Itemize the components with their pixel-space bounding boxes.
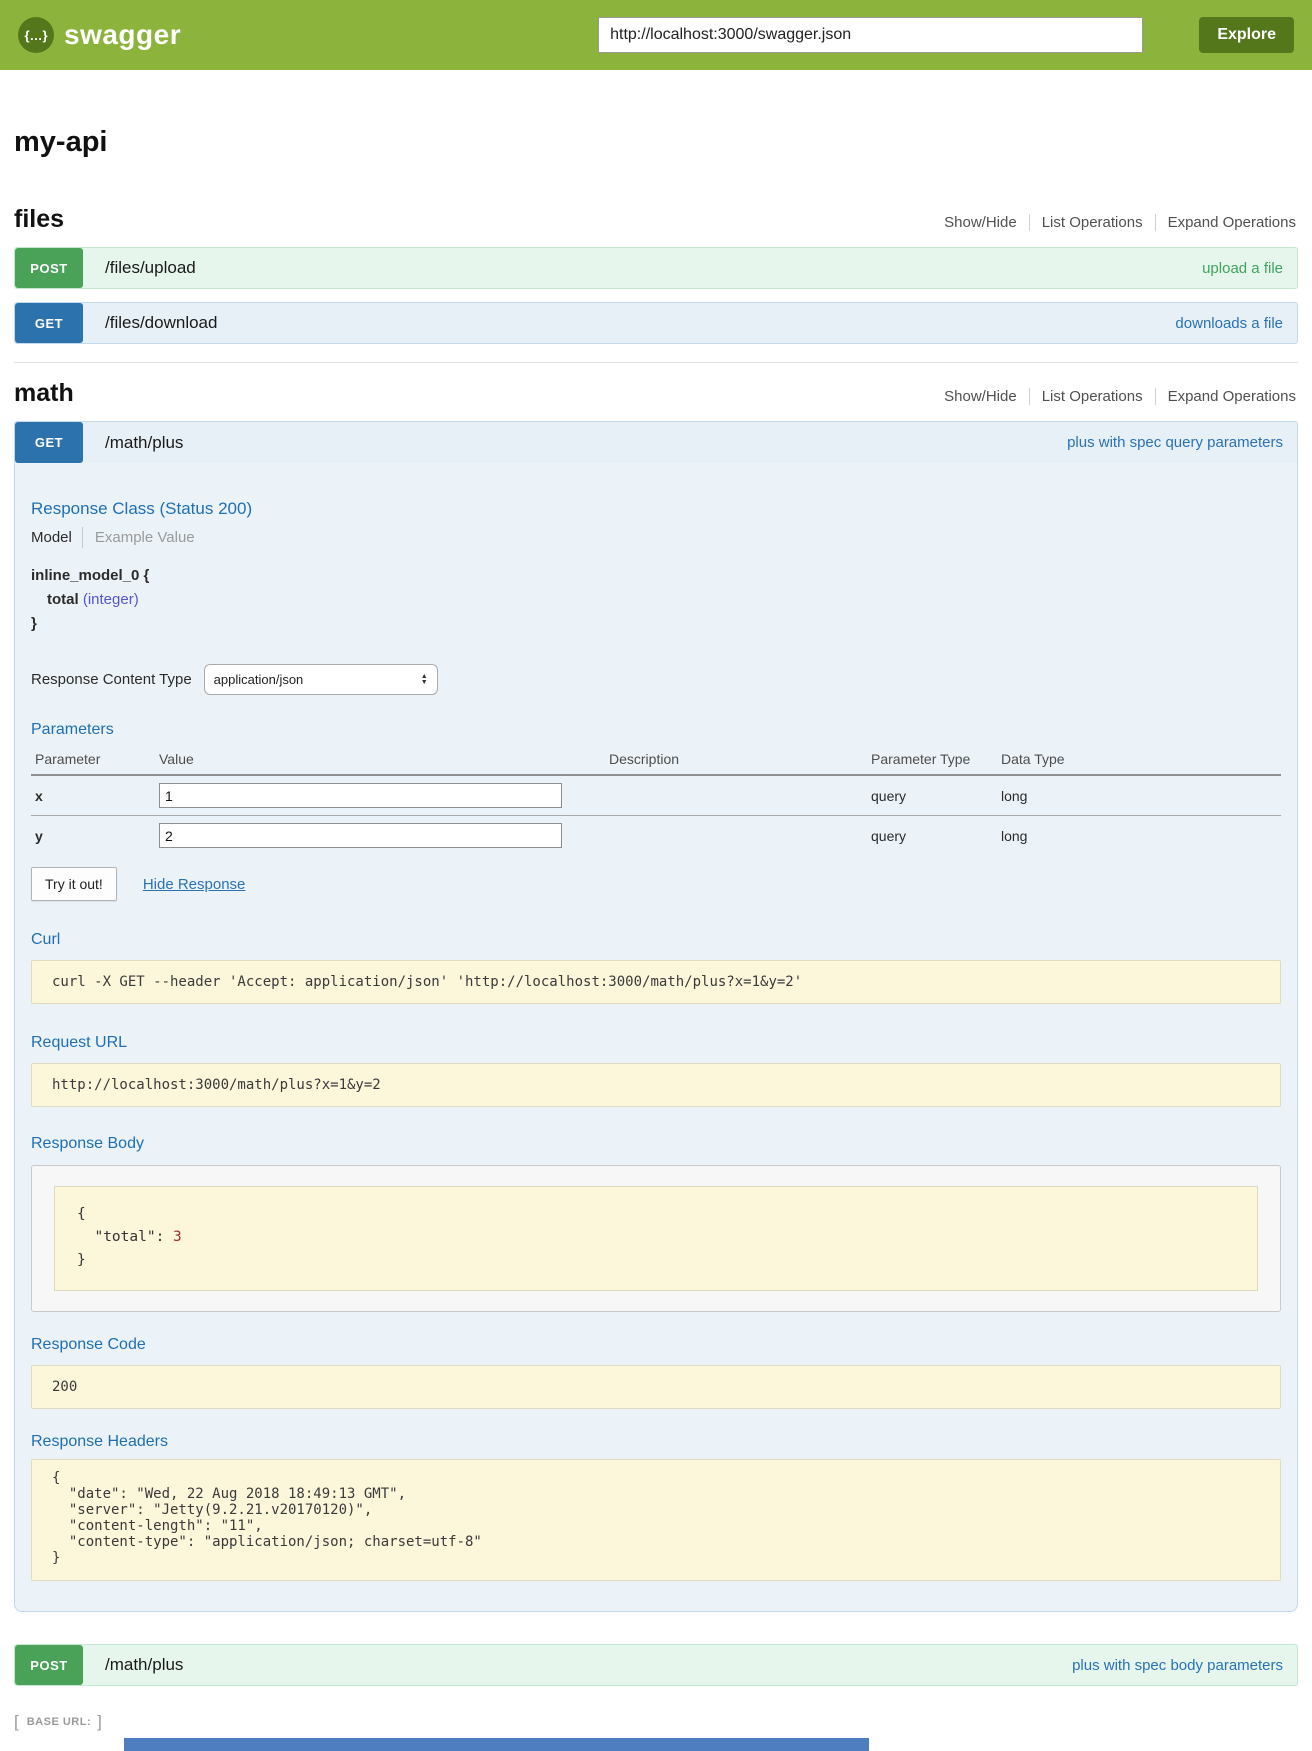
math-section-title: math bbox=[14, 379, 74, 408]
math-section-controls: Show/Hide List Operations Expand Operati… bbox=[932, 388, 1298, 405]
col-parameter-type: Parameter Type bbox=[867, 743, 997, 775]
top-bar: {…} swagger Explore bbox=[0, 0, 1312, 70]
model-name: inline_model_0 { bbox=[31, 564, 1281, 588]
json-value: 3 bbox=[173, 1229, 182, 1245]
base-url-footer: [ BASE URL: ] bbox=[14, 1712, 1298, 1732]
parameter-description bbox=[605, 775, 867, 816]
operation-summary[interactable]: plus with spec query parameters bbox=[1067, 434, 1297, 451]
response-code-heading: Response Code bbox=[31, 1336, 1281, 1354]
bracket-close: ] bbox=[97, 1712, 102, 1732]
explore-button[interactable]: Explore bbox=[1199, 17, 1294, 53]
get-method-badge: GET bbox=[15, 303, 83, 343]
parameter-description bbox=[605, 816, 867, 856]
brand-link[interactable]: {…} swagger bbox=[18, 17, 181, 53]
footer-throbber-bar bbox=[124, 1738, 869, 1751]
brand-name: swagger bbox=[64, 19, 181, 51]
col-description: Description bbox=[605, 743, 867, 775]
json-text: { "total": bbox=[77, 1206, 173, 1245]
response-code-value: 200 bbox=[31, 1365, 1281, 1409]
try-it-out-button[interactable]: Try it out! bbox=[31, 867, 117, 901]
operation-path-link[interactable]: /math/plus bbox=[105, 1655, 183, 1675]
parameter-data-type: long bbox=[997, 816, 1281, 856]
tab-example-value[interactable]: Example Value bbox=[82, 527, 205, 548]
property-name: total bbox=[47, 591, 79, 608]
parameter-type: query bbox=[867, 816, 997, 856]
parameters-heading: Parameters bbox=[31, 721, 1281, 739]
response-headers-json: { "date": "Wed, 22 Aug 2018 18:49:13 GMT… bbox=[31, 1459, 1281, 1581]
parameter-type: query bbox=[867, 775, 997, 816]
hide-response-link[interactable]: Hide Response bbox=[143, 876, 246, 893]
response-body-container: { "total": 3 } bbox=[31, 1165, 1281, 1312]
response-class-heading: Response Class (Status 200) bbox=[31, 499, 1281, 519]
operation-row-math-plus-get[interactable]: GET /math/plus plus with spec query para… bbox=[14, 421, 1298, 463]
math-list-operations-link[interactable]: List Operations bbox=[1029, 388, 1155, 405]
math-expand-operations-link[interactable]: Expand Operations bbox=[1155, 388, 1298, 405]
files-section-controls: Show/Hide List Operations Expand Operati… bbox=[932, 214, 1298, 231]
col-parameter: Parameter bbox=[31, 743, 155, 775]
response-content-type-label: Response Content Type bbox=[31, 671, 192, 688]
request-url-heading: Request URL bbox=[31, 1034, 1281, 1052]
operation-path-link[interactable]: /math/plus bbox=[105, 433, 183, 453]
parameter-x-input[interactable] bbox=[159, 783, 562, 808]
operation-path-link[interactable]: /files/upload bbox=[105, 258, 196, 278]
files-list-operations-link[interactable]: List Operations bbox=[1029, 214, 1155, 231]
select-arrows-icon: ▲▼ bbox=[421, 674, 428, 686]
col-value: Value bbox=[155, 743, 605, 775]
operation-row-files-download[interactable]: GET /files/download downloads a file bbox=[14, 302, 1298, 344]
base-url-label: BASE URL: bbox=[27, 1716, 91, 1728]
post-method-badge: POST bbox=[15, 248, 83, 288]
operation-row-files-upload[interactable]: POST /files/upload upload a file bbox=[14, 247, 1298, 289]
response-headers-heading: Response Headers bbox=[31, 1433, 1281, 1451]
math-section-header: math Show/Hide List Operations Expand Op… bbox=[14, 379, 1298, 408]
operation-summary[interactable]: upload a file bbox=[1202, 260, 1297, 277]
bracket-open: [ bbox=[14, 1712, 19, 1732]
model-signature: inline_model_0 { total (integer) } bbox=[31, 564, 1281, 636]
spec-url-input[interactable] bbox=[598, 17, 1143, 53]
response-body-json: { "total": 3 } bbox=[54, 1186, 1258, 1291]
parameter-row-y: y query long bbox=[31, 816, 1281, 856]
parameter-y-input[interactable] bbox=[159, 823, 562, 848]
col-data-type: Data Type bbox=[997, 743, 1281, 775]
json-text: } bbox=[77, 1252, 86, 1268]
model-close-brace: } bbox=[31, 612, 1281, 636]
operation-summary[interactable]: downloads a file bbox=[1175, 315, 1297, 332]
model-tabs: Model Example Value bbox=[31, 527, 1281, 548]
selected-content-type: application/json bbox=[214, 672, 304, 687]
section-divider bbox=[14, 362, 1298, 363]
page-body: my-api files Show/Hide List Operations E… bbox=[0, 126, 1312, 1751]
parameter-name: y bbox=[31, 816, 155, 856]
tab-model[interactable]: Model bbox=[31, 527, 82, 548]
model-property: total (integer) bbox=[31, 588, 1281, 612]
files-section-title: files bbox=[14, 205, 64, 234]
files-expand-operations-link[interactable]: Expand Operations bbox=[1155, 214, 1298, 231]
parameter-row-x: x query long bbox=[31, 775, 1281, 816]
curl-command: curl -X GET --header 'Accept: applicatio… bbox=[31, 960, 1281, 1004]
files-show-hide-link[interactable]: Show/Hide bbox=[932, 214, 1029, 231]
page-title: my-api bbox=[14, 126, 1298, 159]
math-show-hide-link[interactable]: Show/Hide bbox=[932, 388, 1029, 405]
request-url-value: http://localhost:3000/math/plus?x=1&y=2 bbox=[31, 1063, 1281, 1107]
response-body-heading: Response Body bbox=[31, 1135, 1281, 1153]
parameter-name: x bbox=[31, 775, 155, 816]
curl-heading: Curl bbox=[31, 931, 1281, 949]
property-type: (integer) bbox=[83, 591, 139, 608]
operation-path-link[interactable]: /files/download bbox=[105, 313, 217, 333]
get-method-badge: GET bbox=[15, 422, 83, 463]
response-content-type-row: Response Content Type application/json ▲… bbox=[31, 664, 1281, 695]
operation-block-math-plus-get: GET /math/plus plus with spec query para… bbox=[14, 421, 1298, 1612]
operation-row-math-plus-post[interactable]: POST /math/plus plus with spec body para… bbox=[14, 1644, 1298, 1686]
files-section-header: files Show/Hide List Operations Expand O… bbox=[14, 205, 1298, 234]
operation-detail-panel: Response Class (Status 200) Model Exampl… bbox=[14, 463, 1298, 1612]
parameters-header-row: Parameter Value Description Parameter Ty… bbox=[31, 743, 1281, 775]
operation-summary[interactable]: plus with spec body parameters bbox=[1072, 1657, 1297, 1674]
post-method-badge: POST bbox=[15, 1645, 83, 1685]
parameter-data-type: long bbox=[997, 775, 1281, 816]
response-content-type-select[interactable]: application/json ▲▼ bbox=[204, 664, 438, 695]
swagger-logo-icon: {…} bbox=[18, 17, 54, 53]
parameters-table: Parameter Value Description Parameter Ty… bbox=[31, 743, 1281, 855]
